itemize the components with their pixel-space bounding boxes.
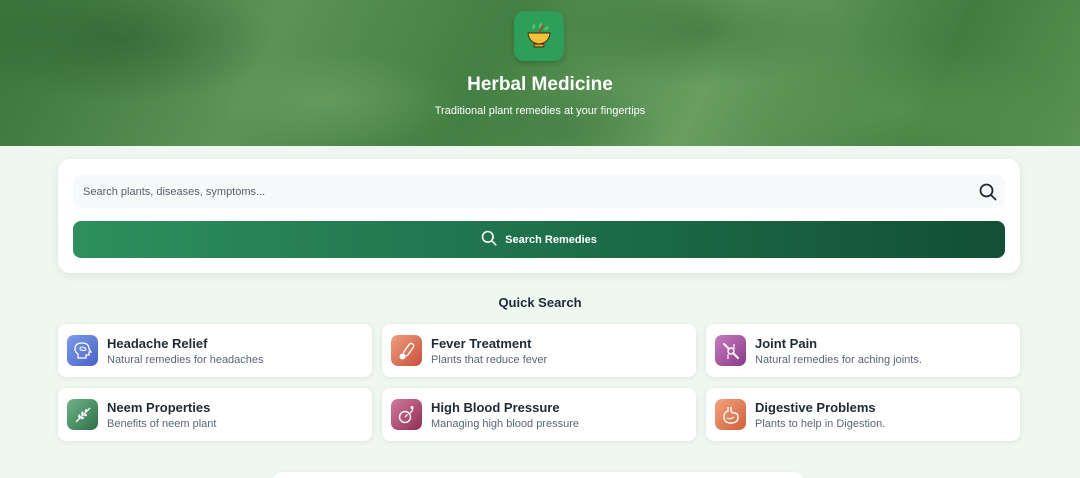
quick-search-item-description: Benefits of neem plant [107, 418, 217, 430]
mortar-pestle-icon [514, 11, 564, 61]
search-remedies-button[interactable]: Search Remedies [73, 221, 1005, 258]
quick-search-item-title: Neem Properties [107, 400, 211, 415]
joint-bone-icon [715, 335, 746, 366]
neem-leaf-icon [67, 399, 98, 430]
page-subtitle: Traditional plant remedies at your finge… [434, 105, 646, 117]
quick-search-headache-relief[interactable]: Headache Relief Natural remedies for hea… [58, 324, 372, 377]
quick-search-title: Quick Search [498, 295, 582, 310]
head-brain-icon [67, 335, 98, 366]
quick-search-item-description: Natural remedies for aching joints. [755, 354, 922, 366]
quick-search-item-title: Fever Treatment [431, 336, 532, 351]
page-title: Herbal Medicine [467, 74, 613, 95]
quick-search-item-description: Plants to help in Digestion. [755, 418, 886, 430]
quick-search-item-title: Digestive Problems [755, 400, 876, 415]
quick-search-joint-pain[interactable]: Joint Pain Natural remedies for aching j… [706, 324, 1020, 377]
search-icon [481, 230, 497, 249]
quick-search-digestive-problems[interactable]: Digestive Problems Plants to help in Dig… [706, 388, 1020, 441]
content-card-peek [272, 472, 804, 478]
blood-pressure-icon [391, 399, 422, 430]
search-panel: Search Remedies [58, 159, 1020, 273]
quick-search-item-description: Plants that reduce fever [431, 354, 548, 366]
quick-search-item-title: Headache Relief [107, 336, 208, 351]
search-box [73, 175, 1005, 208]
quick-search-item-description: Managing high blood pressure [431, 418, 579, 430]
quick-search-high-blood-pressure[interactable]: High Blood Pressure Managing high blood … [382, 388, 696, 441]
quick-search-neem-properties[interactable]: Neem Properties Benefits of neem plant [58, 388, 372, 441]
thermometer-icon [391, 335, 422, 366]
quick-search-item-description: Natural remedies for headaches [107, 354, 264, 366]
search-button-label: Search Remedies [505, 233, 597, 246]
search-icon[interactable] [979, 183, 997, 201]
hero-banner: Herbal Medicine Traditional plant remedi… [0, 0, 1080, 146]
search-input[interactable] [73, 175, 963, 208]
stomach-icon [715, 399, 746, 430]
quick-search-item-title: Joint Pain [755, 336, 818, 351]
quick-search-fever-treatment[interactable]: Fever Treatment Plants that reduce fever [382, 324, 696, 377]
quick-search-item-title: High Blood Pressure [431, 400, 560, 415]
